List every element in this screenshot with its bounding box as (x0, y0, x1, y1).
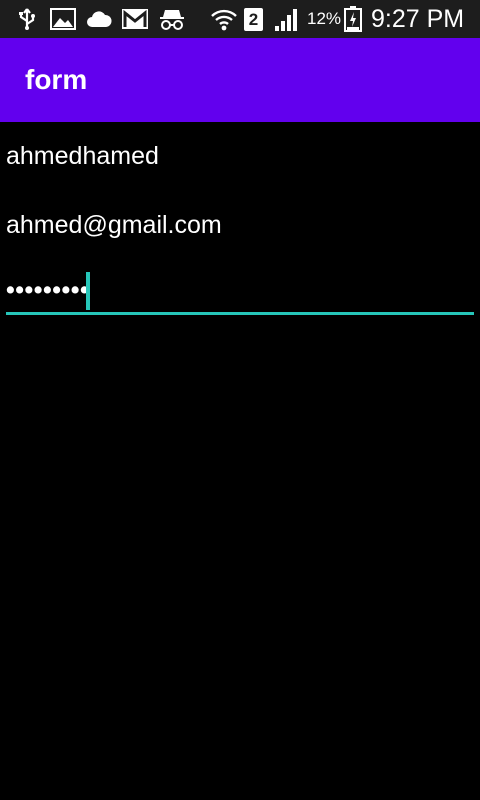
incognito-icon (158, 7, 186, 31)
wifi-icon (210, 7, 238, 31)
app-bar: form (0, 38, 480, 122)
cloud-icon (86, 7, 112, 31)
password-input[interactable]: ••••••••• (6, 272, 474, 315)
password-mask: ••••••••• (6, 276, 90, 304)
password-underline (6, 312, 474, 315)
battery-icon (344, 6, 362, 32)
app-title: form (25, 64, 88, 95)
name-input[interactable]: ahmedhamed (6, 141, 474, 171)
battery-percent: 12% (307, 9, 342, 28)
gmail-icon (121, 7, 149, 31)
clock: 9:27 PM (371, 5, 465, 33)
sim-icon: 2 (244, 8, 263, 31)
status-bar: 2 12% 9:27 PM (0, 0, 480, 38)
signal-icon (274, 7, 300, 31)
usb-icon (16, 7, 38, 31)
text-cursor (86, 272, 90, 310)
email-input[interactable]: ahmed@gmail.com (6, 210, 474, 240)
image-icon (50, 7, 76, 31)
